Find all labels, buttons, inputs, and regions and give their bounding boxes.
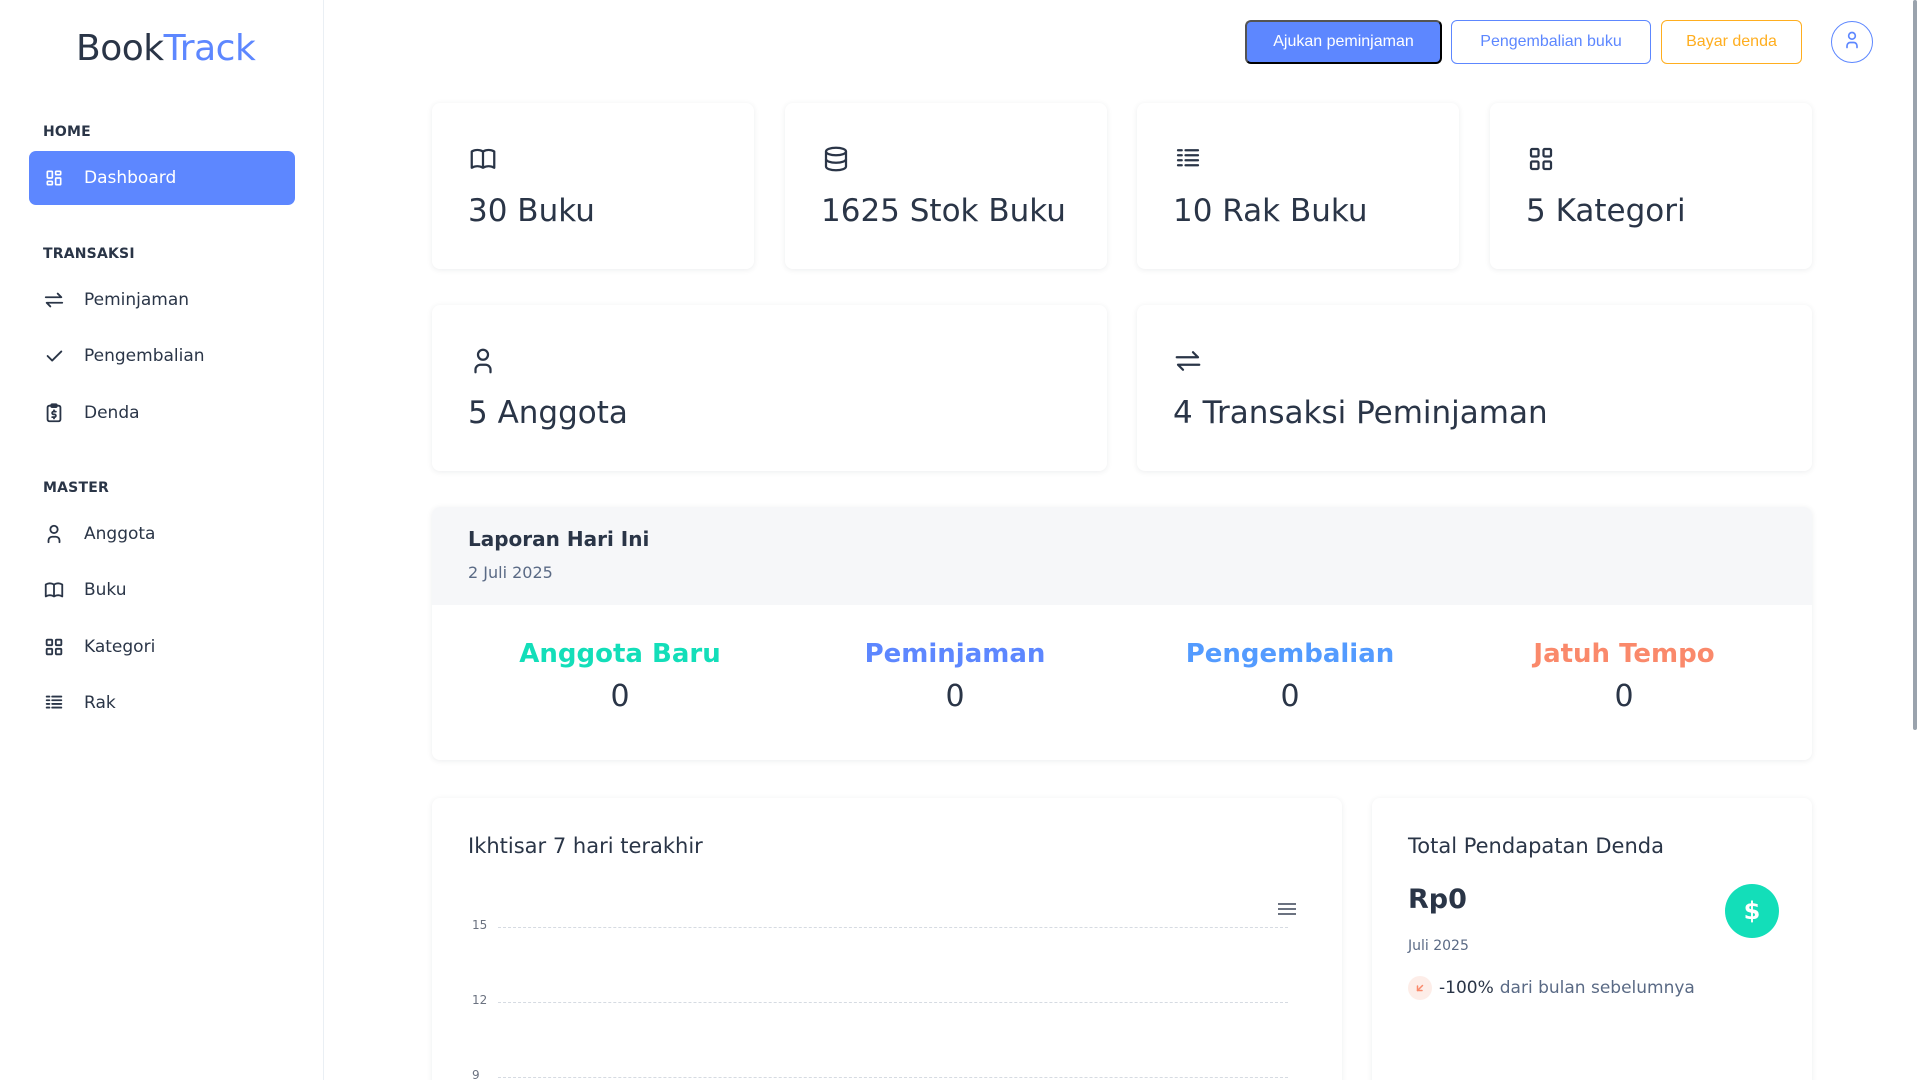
arrow-down-left-icon (1408, 976, 1432, 1000)
daily-report-card: Laporan Hari Ini 2 Juli 2025 Anggota Bar… (432, 507, 1812, 760)
report-header: Laporan Hari Ini 2 Juli 2025 (432, 507, 1812, 605)
stat-card-books: 30 Buku (432, 103, 754, 269)
sidebar-item-label: Peminjaman (84, 290, 190, 310)
database-icon (821, 144, 851, 174)
stat-value: 10 Rak Buku (1173, 193, 1368, 229)
report-title: Laporan Hari Ini (468, 527, 650, 551)
sidebar-item-label: Rak (84, 693, 116, 713)
user-icon (468, 346, 498, 376)
arrows-exchange-icon (43, 289, 65, 311)
y-tick-label: 12 (472, 993, 488, 1007)
user-icon (43, 523, 65, 545)
grid-icon (43, 636, 65, 658)
grid-icon (1526, 144, 1556, 174)
brand-name-part2: Track (163, 28, 256, 69)
check-icon (43, 345, 65, 367)
sidebar-item-label: Buku (84, 580, 127, 600)
overview-chart-card: Ikhtisar 7 hari terakhir 15 12 9 (432, 798, 1342, 1080)
sidebar-item-pengembalian[interactable]: Pengembalian (29, 329, 295, 383)
sidebar-item-label: Denda (84, 403, 140, 423)
sidebar-item-anggota[interactable]: Anggota (29, 507, 295, 561)
metric-value: 0 (610, 679, 630, 714)
sidebar-item-label: Anggota (84, 524, 156, 544)
sidebar-item-buku[interactable]: Buku (29, 563, 295, 617)
brand-name-part1: Book (76, 28, 164, 69)
metric-returns: Pengembalian 0 (1165, 639, 1415, 714)
user-icon (1842, 30, 1862, 54)
book-icon (468, 144, 498, 174)
metric-label: Jatuh Tempo (1533, 639, 1715, 669)
brand-logo[interactable]: BookTrack (76, 28, 256, 69)
sidebar-item-kategori[interactable]: Kategori (29, 620, 295, 674)
stat-card-members: 5 Anggota (432, 305, 1107, 471)
stat-value: 30 Buku (468, 193, 595, 229)
sidebar: BookTrack HOME Dashboard TRANSAKSI Pemin… (0, 0, 324, 1080)
metric-new-members: Anggota Baru 0 (495, 639, 745, 714)
metric-value: 0 (1280, 679, 1300, 714)
fines-revenue-card: Total Pendapatan Denda Rp0 Juli 2025 $ -… (1372, 798, 1812, 1080)
stat-card-shelves: 10 Rak Buku (1137, 103, 1459, 269)
dollar-icon: $ (1725, 884, 1779, 938)
sidebar-item-peminjaman[interactable]: Peminjaman (29, 273, 295, 327)
trend-percent: -100% (1439, 978, 1494, 998)
clipboard-dollar-icon (43, 402, 65, 424)
stat-card-stock: 1625 Stok Buku (785, 103, 1107, 269)
dashboard-icon (43, 167, 65, 189)
fines-period: Juli 2025 (1408, 938, 1469, 954)
arrows-exchange-icon (1173, 346, 1203, 376)
list-details-icon (43, 692, 65, 714)
borrow-request-button[interactable]: Ajukan peminjaman (1245, 20, 1442, 64)
y-tick-label: 15 (472, 918, 488, 932)
stat-value: 5 Anggota (468, 395, 628, 431)
y-tick-label: 9 (472, 1068, 480, 1080)
fines-trend: -100% dari bulan sebelumnya (1408, 976, 1695, 1000)
stat-card-categories: 5 Kategori (1490, 103, 1812, 269)
gridline (498, 1077, 1288, 1078)
metric-label: Peminjaman (864, 639, 1046, 669)
fines-amount: Rp0 (1408, 884, 1467, 915)
book-icon (43, 579, 65, 601)
trend-text: dari bulan sebelumnya (1499, 978, 1695, 998)
sidebar-item-label: Dashboard (84, 168, 177, 188)
scrollbar[interactable] (1913, 0, 1917, 730)
pay-fine-button[interactable]: Bayar denda (1661, 20, 1802, 64)
sidebar-item-rak[interactable]: Rak (29, 676, 295, 730)
metric-value: 0 (1614, 679, 1634, 714)
stat-value: 4 Transaksi Peminjaman (1173, 395, 1548, 431)
sidebar-item-label: Pengembalian (84, 346, 205, 366)
report-date: 2 Juli 2025 (468, 563, 553, 582)
metric-due: Jatuh Tempo 0 (1499, 639, 1749, 714)
metric-label: Pengembalian (1185, 639, 1395, 669)
sidebar-item-denda[interactable]: Denda (29, 386, 295, 440)
section-label-home: HOME (43, 124, 91, 140)
sidebar-item-dashboard[interactable]: Dashboard (29, 151, 295, 205)
stat-value: 5 Kategori (1526, 193, 1686, 229)
gridline (498, 1002, 1288, 1003)
list-details-icon (1173, 144, 1203, 174)
section-label-transaksi: TRANSAKSI (43, 246, 135, 262)
chart-title: Ikhtisar 7 hari terakhir (468, 834, 703, 858)
sidebar-item-label: Kategori (84, 637, 156, 657)
section-label-master: MASTER (43, 480, 109, 496)
user-avatar[interactable] (1831, 21, 1873, 63)
metric-value: 0 (945, 679, 965, 714)
metric-loans: Peminjaman 0 (830, 639, 1080, 714)
menu-icon[interactable] (1277, 901, 1297, 917)
gridline (498, 927, 1288, 928)
fines-title: Total Pendapatan Denda (1408, 834, 1664, 858)
stat-card-transactions: 4 Transaksi Peminjaman (1137, 305, 1812, 471)
stat-value: 1625 Stok Buku (821, 193, 1066, 229)
return-book-button[interactable]: Pengembalian buku (1451, 20, 1651, 64)
metric-label: Anggota Baru (519, 639, 721, 669)
